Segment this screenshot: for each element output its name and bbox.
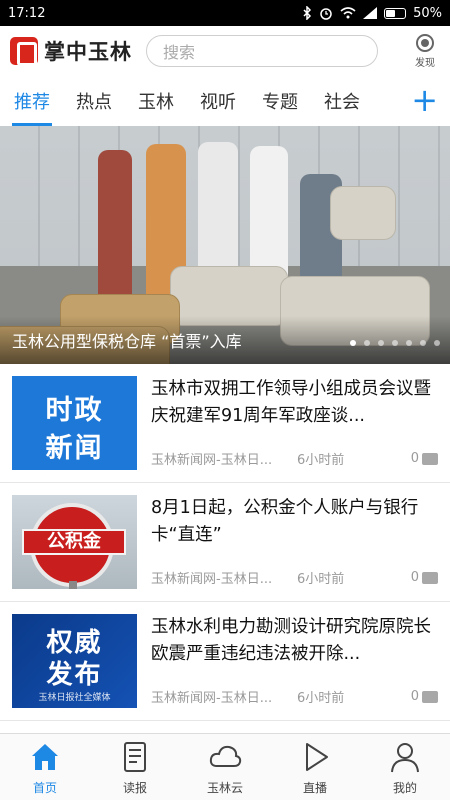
photo-bag (330, 186, 396, 240)
comment-icon (422, 448, 438, 465)
news-source: 玉林新闻网-玉林日... (151, 691, 273, 706)
search-input[interactable]: 搜索 (146, 35, 378, 67)
thumb-text: 公积金 (22, 529, 126, 555)
discover-button[interactable]: 发现 (410, 33, 440, 69)
news-source: 玉林新闻网-玉林日... (151, 453, 273, 468)
play-icon (306, 743, 328, 771)
carousel-dot[interactable] (420, 340, 426, 346)
carousel-dot[interactable] (350, 340, 356, 346)
nav-label: 直播 (302, 781, 327, 795)
news-source: 玉林新闻网-玉林日... (151, 572, 273, 587)
comment-number: 0 (410, 451, 419, 466)
news-time: 6小时前 (297, 691, 345, 706)
home-icon (32, 744, 58, 770)
comment-count[interactable]: 0 (410, 567, 438, 585)
news-time: 6小时前 (297, 453, 345, 468)
nav-label: 读报 (122, 781, 147, 795)
news-meta: 玉林新闻网-玉林日... 6小时前 0 (151, 448, 438, 468)
news-meta: 玉林新闻网-玉林日... 6小时前 0 (151, 686, 438, 706)
news-title: 8月1日起，公积金个人账户与银行卡“直连” (151, 498, 419, 545)
nav-cloud[interactable]: 玉林云 (180, 734, 270, 800)
app-logo[interactable]: 掌中玉林 (10, 36, 132, 66)
bluetooth-icon (303, 6, 312, 20)
signal-icon (363, 7, 378, 19)
nav-label: 我的 (392, 781, 417, 795)
comment-count[interactable]: 0 (410, 448, 438, 466)
carousel-dot[interactable] (406, 340, 412, 346)
status-time: 17:12 (8, 5, 46, 21)
battery-icon (384, 7, 407, 19)
news-body: 玉林水利电力勘测设计研究院原院长欧震严重违纪违法被开除... 玉林新闻网-玉林日… (151, 614, 438, 720)
comment-number: 0 (410, 570, 419, 585)
comment-number: 0 (410, 689, 419, 704)
tab-recommend[interactable]: 推荐 (12, 76, 52, 126)
person-icon (391, 743, 419, 773)
news-body: 8月1日起，公积金个人账户与银行卡“直连” 玉林新闻网-玉林日... 6小时前 … (151, 495, 438, 601)
comment-count[interactable]: 0 (410, 686, 438, 704)
carousel-indicator (350, 340, 440, 346)
camera-icon (416, 33, 434, 52)
status-bar: 17:12 50% (0, 0, 450, 26)
news-thumbnail: 时政 新闻 (12, 376, 137, 470)
banner-carousel[interactable]: 玉林公用型保税仓库 “首票”入库 (0, 126, 450, 364)
news-time: 6小时前 (297, 572, 345, 587)
nav-home[interactable]: 首页 (0, 734, 90, 800)
tab-topics[interactable]: 专题 (262, 76, 298, 126)
news-feed: 时政 新闻 玉林市双拥工作领导小组成员会议暨庆祝建军91周年军政座谈... 玉林… (0, 364, 450, 721)
tab-video[interactable]: 视听 (200, 76, 236, 126)
app-name: 掌中玉林 (44, 40, 132, 64)
comment-icon (422, 686, 438, 703)
carousel-dot[interactable] (364, 340, 370, 346)
sign-pole (69, 581, 77, 589)
add-channel-icon[interactable]: + (411, 84, 438, 116)
battery-percent: 50% (413, 5, 442, 21)
nav-label: 首页 (32, 781, 57, 795)
tab-hot[interactable]: 热点 (76, 76, 112, 126)
cloud-icon (209, 745, 242, 767)
search-placeholder: 搜索 (163, 43, 196, 62)
logo-icon (10, 37, 38, 66)
news-item[interactable]: 权威 发布 玉林日报社全媒体 玉林水利电力勘测设计研究院原院长欧震严重违纪违法被… (0, 602, 450, 721)
wifi-icon (340, 7, 356, 19)
news-thumbnail: 公积金 (12, 495, 137, 589)
tab-society[interactable]: 社会 (324, 76, 360, 126)
photo-person (98, 150, 132, 300)
alarm-icon (320, 8, 332, 20)
thumb-text: 发布 (46, 660, 103, 690)
banner-caption: 玉林公用型保税仓库 “首票”入库 (12, 332, 242, 351)
nav-label: 玉林云 (206, 781, 243, 795)
carousel-dot[interactable] (392, 340, 398, 346)
news-item[interactable]: 公积金 8月1日起，公积金个人账户与银行卡“直连” 玉林新闻网-玉林日... 6… (0, 483, 450, 602)
bottom-nav: 首页 读报 玉林云 直播 我的 (0, 733, 450, 800)
carousel-dot[interactable] (434, 340, 440, 346)
news-title: 玉林水利电力勘测设计研究院原院长欧震严重违纪违法被开除... (151, 617, 431, 664)
news-thumbnail: 权威 发布 玉林日报社全媒体 (12, 614, 137, 708)
news-body: 玉林市双拥工作领导小组成员会议暨庆祝建军91周年军政座谈... 玉林新闻网-玉林… (151, 376, 438, 482)
thumb-caption: 玉林日报社全媒体 (38, 693, 111, 703)
thumb-text: 新闻 (45, 433, 104, 464)
news-title: 玉林市双拥工作领导小组成员会议暨庆祝建军91周年军政座谈... (151, 379, 431, 426)
news-meta: 玉林新闻网-玉林日... 6小时前 0 (151, 567, 438, 587)
news-item[interactable]: 时政 新闻 玉林市双拥工作领导小组成员会议暨庆祝建军91周年军政座谈... 玉林… (0, 364, 450, 483)
tab-yulin[interactable]: 玉林 (138, 76, 174, 126)
comment-icon (422, 567, 438, 584)
category-tabs: 推荐 热点 玉林 视听 专题 社会 (0, 76, 450, 126)
nav-live[interactable]: 直播 (270, 734, 360, 800)
app-header: 掌中玉林 搜索 发现 (0, 26, 450, 76)
discover-label: 发现 (415, 57, 435, 69)
nav-newspaper[interactable]: 读报 (90, 734, 180, 800)
nav-mine[interactable]: 我的 (360, 734, 450, 800)
carousel-dot[interactable] (378, 340, 384, 346)
thumb-text: 时政 (45, 395, 104, 426)
newspaper-icon (124, 742, 146, 772)
